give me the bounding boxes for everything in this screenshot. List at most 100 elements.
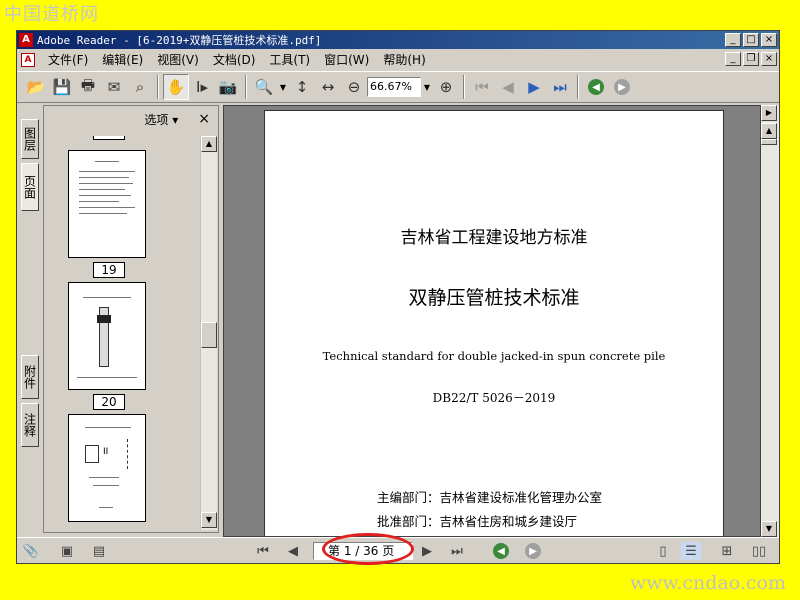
adobe-reader-window: A Adobe Reader - [6-2019+双静压管桩技术标准.pdf] … bbox=[16, 30, 780, 564]
doc-heading-province-standard: 吉林省工程建设地方标准 bbox=[400, 228, 588, 248]
doc-scroll-up-icon[interactable]: ▲ bbox=[761, 123, 777, 139]
panel-close-button[interactable]: × bbox=[198, 111, 210, 127]
doc-scroll-thumb[interactable] bbox=[761, 139, 777, 145]
thumbnail-page-21[interactable]: II bbox=[68, 414, 146, 522]
facing-layout-icon[interactable]: ⊞ bbox=[717, 542, 737, 560]
options-label: 选项 bbox=[144, 112, 169, 127]
continuous-layout-icon[interactable]: ☰ bbox=[681, 542, 701, 560]
pdf-document-icon[interactable]: A bbox=[21, 52, 35, 67]
single-page-layout-icon[interactable]: ▯ bbox=[653, 542, 673, 560]
panel-header: 选项 ▾ × bbox=[44, 106, 218, 132]
previous-page-icon[interactable]: ◀ bbox=[495, 74, 521, 100]
menu-edit[interactable]: 编辑(E) bbox=[95, 51, 150, 68]
doc-heading-title: 双静压管桩技术标准 bbox=[408, 287, 580, 309]
menu-window[interactable]: 窗口(W) bbox=[317, 51, 376, 68]
zoom-level-input[interactable]: 66.67% bbox=[367, 77, 421, 97]
search-binoculars-icon[interactable]: ⌕ bbox=[127, 74, 153, 100]
menu-tools[interactable]: 工具(T) bbox=[262, 51, 317, 68]
thumbnail-label-20: 20 bbox=[93, 394, 125, 410]
select-text-icon[interactable]: I▸ bbox=[189, 74, 215, 100]
status-previous-page-icon[interactable]: ◀ bbox=[283, 542, 303, 560]
window-title: Adobe Reader - [6-2019+双静压管桩技术标准.pdf] bbox=[37, 34, 322, 47]
status-back-arrow-icon: ◀ bbox=[493, 543, 509, 559]
watermark-bottom: www.cndao.com bbox=[629, 572, 786, 594]
menu-view[interactable]: 视图(V) bbox=[150, 51, 206, 68]
doc-standard-code: DB22/T 5026－2019 bbox=[432, 391, 556, 405]
thumbnail-scroll-thumb[interactable] bbox=[201, 322, 217, 348]
status-first-page-icon[interactable]: ⏮ bbox=[253, 542, 273, 560]
pages-panel: 选项 ▾ × 19 20 II ▲ ▼ bbox=[43, 105, 219, 533]
menu-file[interactable]: 文件(F) bbox=[41, 51, 95, 68]
menu-bar: A 文件(F) 编辑(E) 视图(V) 文档(D) 工具(T) 窗口(W) 帮助… bbox=[17, 50, 779, 69]
toolbar-separator bbox=[157, 75, 159, 99]
toolbar-separator bbox=[245, 75, 247, 99]
navigation-tabs: 图层 页面 附件 注释 bbox=[19, 105, 41, 535]
status-bar: 📎 ▣ ▤ ⏮ ◀ 第 1 / 36 页 ▶ ⏭ ◀ ▶ ▯ ☰ ⊞ ▯▯ bbox=[17, 537, 779, 563]
doc-restore-button[interactable]: ❐ bbox=[743, 52, 759, 66]
go-back-button[interactable]: ◀ bbox=[583, 74, 609, 100]
doc-close-button[interactable]: × bbox=[761, 52, 777, 66]
email-icon[interactable]: ✉ bbox=[101, 74, 127, 100]
doc-approval-department: 批准部门：吉林省住房和城乡建设厅 bbox=[377, 514, 578, 529]
scroll-down-icon[interactable]: ▼ bbox=[201, 512, 217, 528]
thumbnail-list: 19 20 II bbox=[46, 136, 200, 530]
print-icon[interactable]: 🖶 bbox=[75, 74, 101, 100]
doc-english-title: Technical standard for double jacked-in … bbox=[322, 349, 666, 363]
fit-height-icon[interactable]: ↕ bbox=[289, 74, 315, 100]
doc-scroll-down-icon[interactable]: ▼ bbox=[761, 521, 777, 537]
open-folder-icon[interactable]: 📂 bbox=[23, 74, 49, 100]
maximize-button[interactable]: □ bbox=[743, 33, 759, 47]
doc-minimize-button[interactable]: _ bbox=[725, 52, 741, 66]
status-last-page-icon[interactable]: ⏭ bbox=[447, 542, 467, 560]
minimize-button[interactable]: _ bbox=[725, 33, 741, 47]
close-button[interactable]: × bbox=[761, 33, 777, 47]
expand-arrow-icon[interactable]: ▶ bbox=[761, 105, 777, 121]
zoom-out-icon[interactable]: ⊖ bbox=[341, 74, 367, 100]
document-view[interactable]: 吉林省工程建设地方标准 双静压管桩技术标准 Technical standard… bbox=[223, 105, 761, 537]
back-arrow-icon: ◀ bbox=[588, 79, 604, 95]
zoom-in-tool-icon[interactable]: 🔍 bbox=[251, 74, 277, 100]
thumbnail-page-19[interactable] bbox=[68, 150, 146, 258]
save-icon[interactable]: 💾 bbox=[49, 74, 75, 100]
toolbar-separator bbox=[577, 75, 579, 99]
toolbar-separator bbox=[463, 75, 465, 99]
zoom-tool-dropdown-icon[interactable]: ▼ bbox=[277, 77, 289, 97]
first-page-icon[interactable]: ⏮ bbox=[469, 74, 495, 100]
document-properties-icon[interactable]: ▤ bbox=[89, 542, 109, 560]
fit-width-icon[interactable]: ↔ bbox=[315, 74, 341, 100]
thumbnail-label-19: 19 bbox=[93, 262, 125, 278]
zoom-in-icon[interactable]: ⊕ bbox=[433, 74, 459, 100]
doc-chief-editor: 主编部门：吉林省建设标准化管理办公室 bbox=[377, 490, 603, 505]
zoom-level-dropdown-icon[interactable]: ▼ bbox=[421, 77, 433, 97]
thumbnail-label-partial bbox=[93, 136, 125, 140]
title-bar: A Adobe Reader - [6-2019+双静压管桩技术标准.pdf] … bbox=[17, 31, 779, 49]
snapshot-camera-icon[interactable]: 📷 bbox=[215, 74, 241, 100]
toolbar: 📂 💾 🖶 ✉ ⌕ ✋ I▸ 📷 🔍 ▼ ↕ ↔ ⊖ 66.67% ▼ ⊕ ⏮ … bbox=[17, 71, 779, 103]
thumbnail-scrollbar[interactable]: ▲ ▼ bbox=[200, 136, 217, 530]
status-next-page-icon[interactable]: ▶ bbox=[417, 542, 437, 560]
menu-document[interactable]: 文档(D) bbox=[206, 51, 263, 68]
scroll-up-icon[interactable]: ▲ bbox=[201, 136, 217, 152]
document-scrollbar[interactable]: ▶ ▲ ▼ bbox=[761, 105, 779, 537]
menu-help[interactable]: 帮助(H) bbox=[376, 51, 432, 68]
status-go-forward-button[interactable]: ▶ bbox=[523, 542, 543, 560]
tab-comments[interactable]: 注释 bbox=[21, 403, 39, 447]
hand-tool-icon[interactable]: ✋ bbox=[163, 74, 189, 100]
next-page-icon[interactable]: ▶ bbox=[521, 74, 547, 100]
tab-attachments[interactable]: 附件 bbox=[21, 355, 39, 399]
tab-pages[interactable]: 页面 bbox=[21, 163, 39, 211]
options-menu[interactable]: 选项 ▾ bbox=[144, 111, 178, 128]
page-number-field[interactable]: 第 1 / 36 页 bbox=[313, 542, 413, 560]
watermark-top: 中国道桥网 bbox=[4, 4, 99, 25]
go-forward-button[interactable]: ▶ bbox=[609, 74, 635, 100]
status-go-back-button[interactable]: ◀ bbox=[491, 542, 511, 560]
tab-layers[interactable]: 图层 bbox=[21, 119, 39, 159]
continuous-facing-layout-icon[interactable]: ▯▯ bbox=[749, 542, 769, 560]
thumbnail-page-20[interactable] bbox=[68, 282, 146, 390]
adobe-reader-icon: A bbox=[19, 33, 33, 47]
display-icon[interactable]: ▣ bbox=[57, 542, 77, 560]
paperclip-icon[interactable]: 📎 bbox=[21, 542, 41, 560]
forward-arrow-icon: ▶ bbox=[614, 79, 630, 95]
pdf-page: 吉林省工程建设地方标准 双静压管桩技术标准 Technical standard… bbox=[264, 110, 724, 536]
last-page-icon[interactable]: ⏭ bbox=[547, 74, 573, 100]
